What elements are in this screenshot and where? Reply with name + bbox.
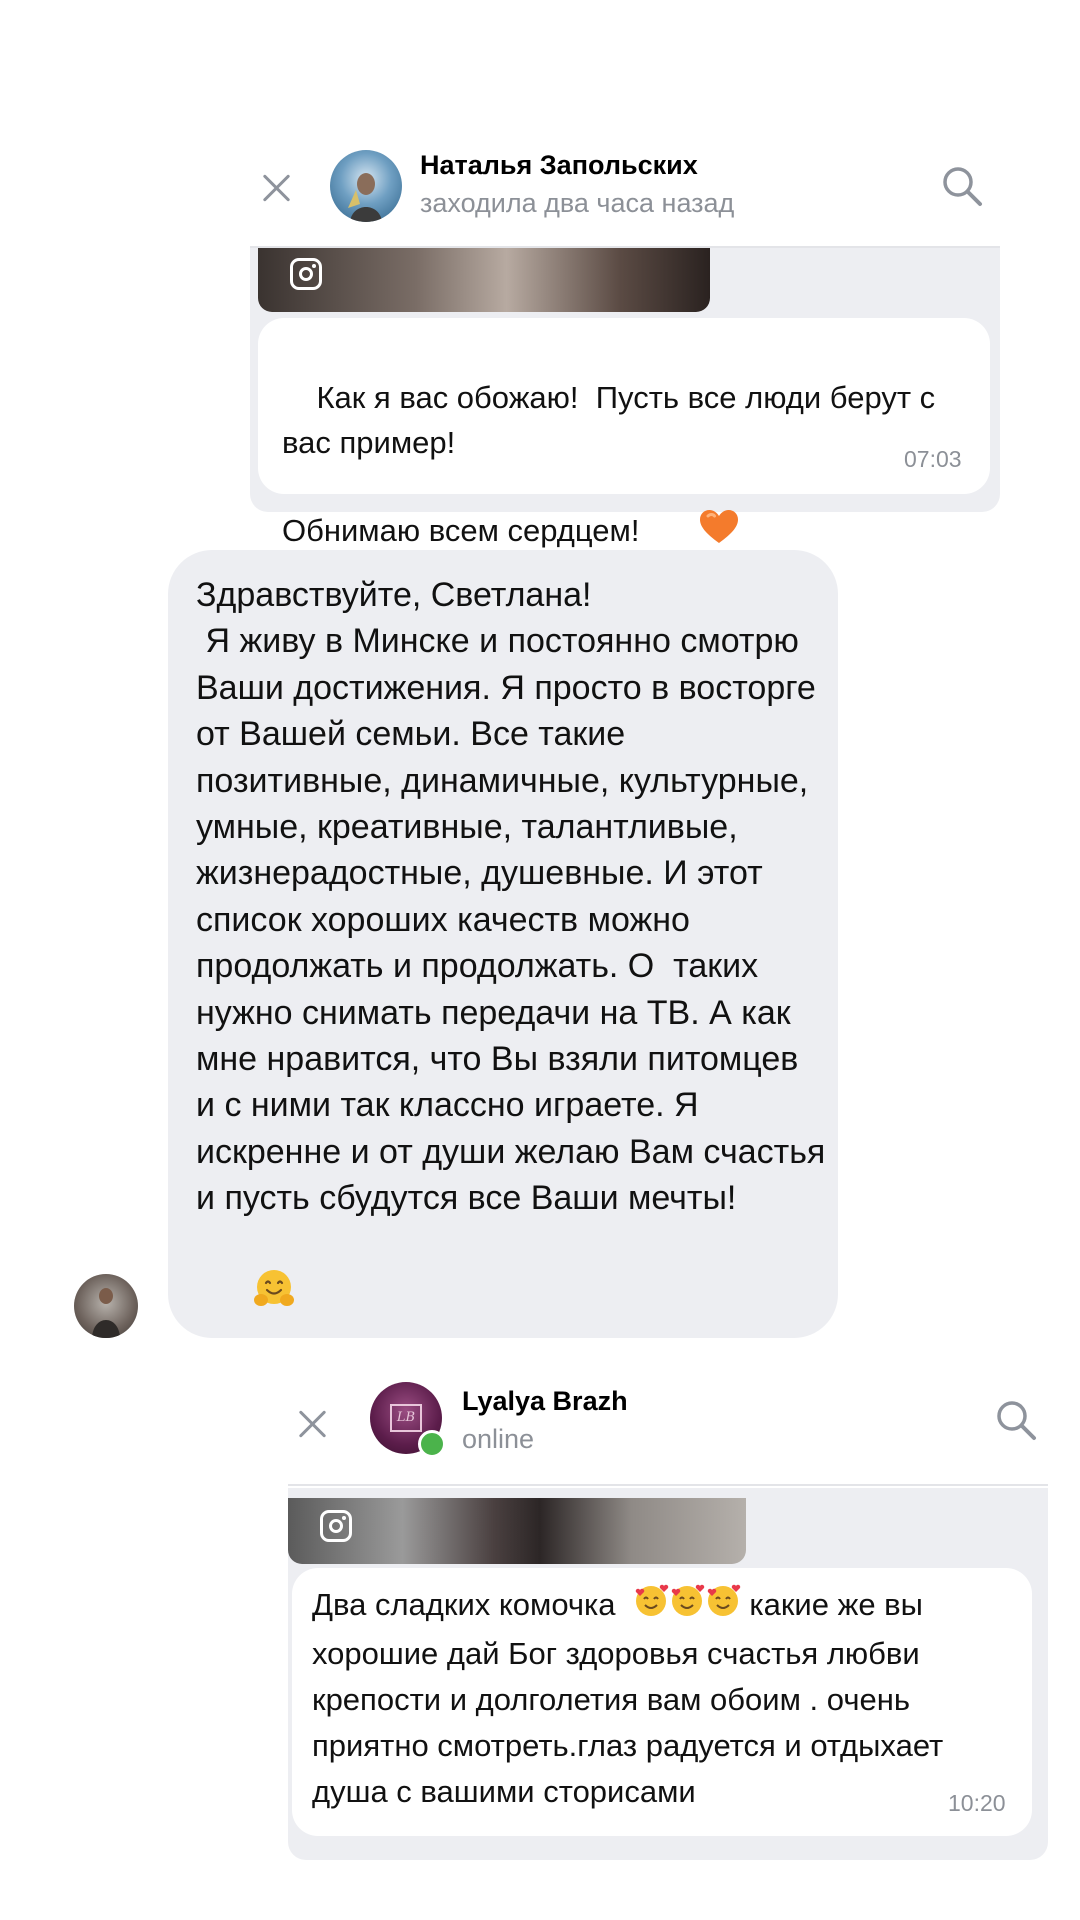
story-preview[interactable] xyxy=(258,248,710,312)
contact-status: online xyxy=(462,1424,535,1454)
message-time: 07:03 xyxy=(904,446,962,472)
search-icon[interactable] xyxy=(994,1398,1038,1447)
chat-card-2: Два сладких комочка какие же вы хорошие … xyxy=(288,1380,1048,1860)
message-time: 10:20 xyxy=(948,1790,1006,1816)
contact-name: Наталья Запольских xyxy=(420,150,698,180)
contact-status: заходила два часа назад xyxy=(420,188,735,218)
hugging-face-emoji xyxy=(196,1222,295,1369)
message-text: Два сладких комочка какие же вы хорошие … xyxy=(312,1582,1012,1815)
avatar[interactable] xyxy=(330,150,402,222)
close-icon[interactable] xyxy=(256,168,296,208)
contact-name: Lyalya Brazh xyxy=(462,1386,628,1416)
message-text: Здравствуйте, Светлана! Я живу в Минске … xyxy=(196,572,826,1369)
chat-card-1: Как я вас обожаю! Пусть все люди берут с… xyxy=(250,140,1000,548)
search-icon[interactable] xyxy=(940,164,984,213)
instagram-icon xyxy=(290,258,322,290)
avatar-monogram: LB xyxy=(390,1404,422,1432)
online-indicator xyxy=(418,1430,446,1458)
chat-header: Наталья Запольских заходила два часа наз… xyxy=(250,140,1000,248)
smiling-face-with-hearts-emoji xyxy=(633,1582,741,1631)
close-icon[interactable] xyxy=(292,1404,332,1444)
chat-header: LB Lyalya Brazh online xyxy=(288,1380,1048,1486)
message-bubble-large[interactable]: Здравствуйте, Светлана! Я живу в Минске … xyxy=(168,550,838,1338)
sender-avatar[interactable] xyxy=(74,1274,138,1338)
instagram-icon xyxy=(320,1510,352,1542)
story-preview[interactable] xyxy=(288,1498,746,1564)
